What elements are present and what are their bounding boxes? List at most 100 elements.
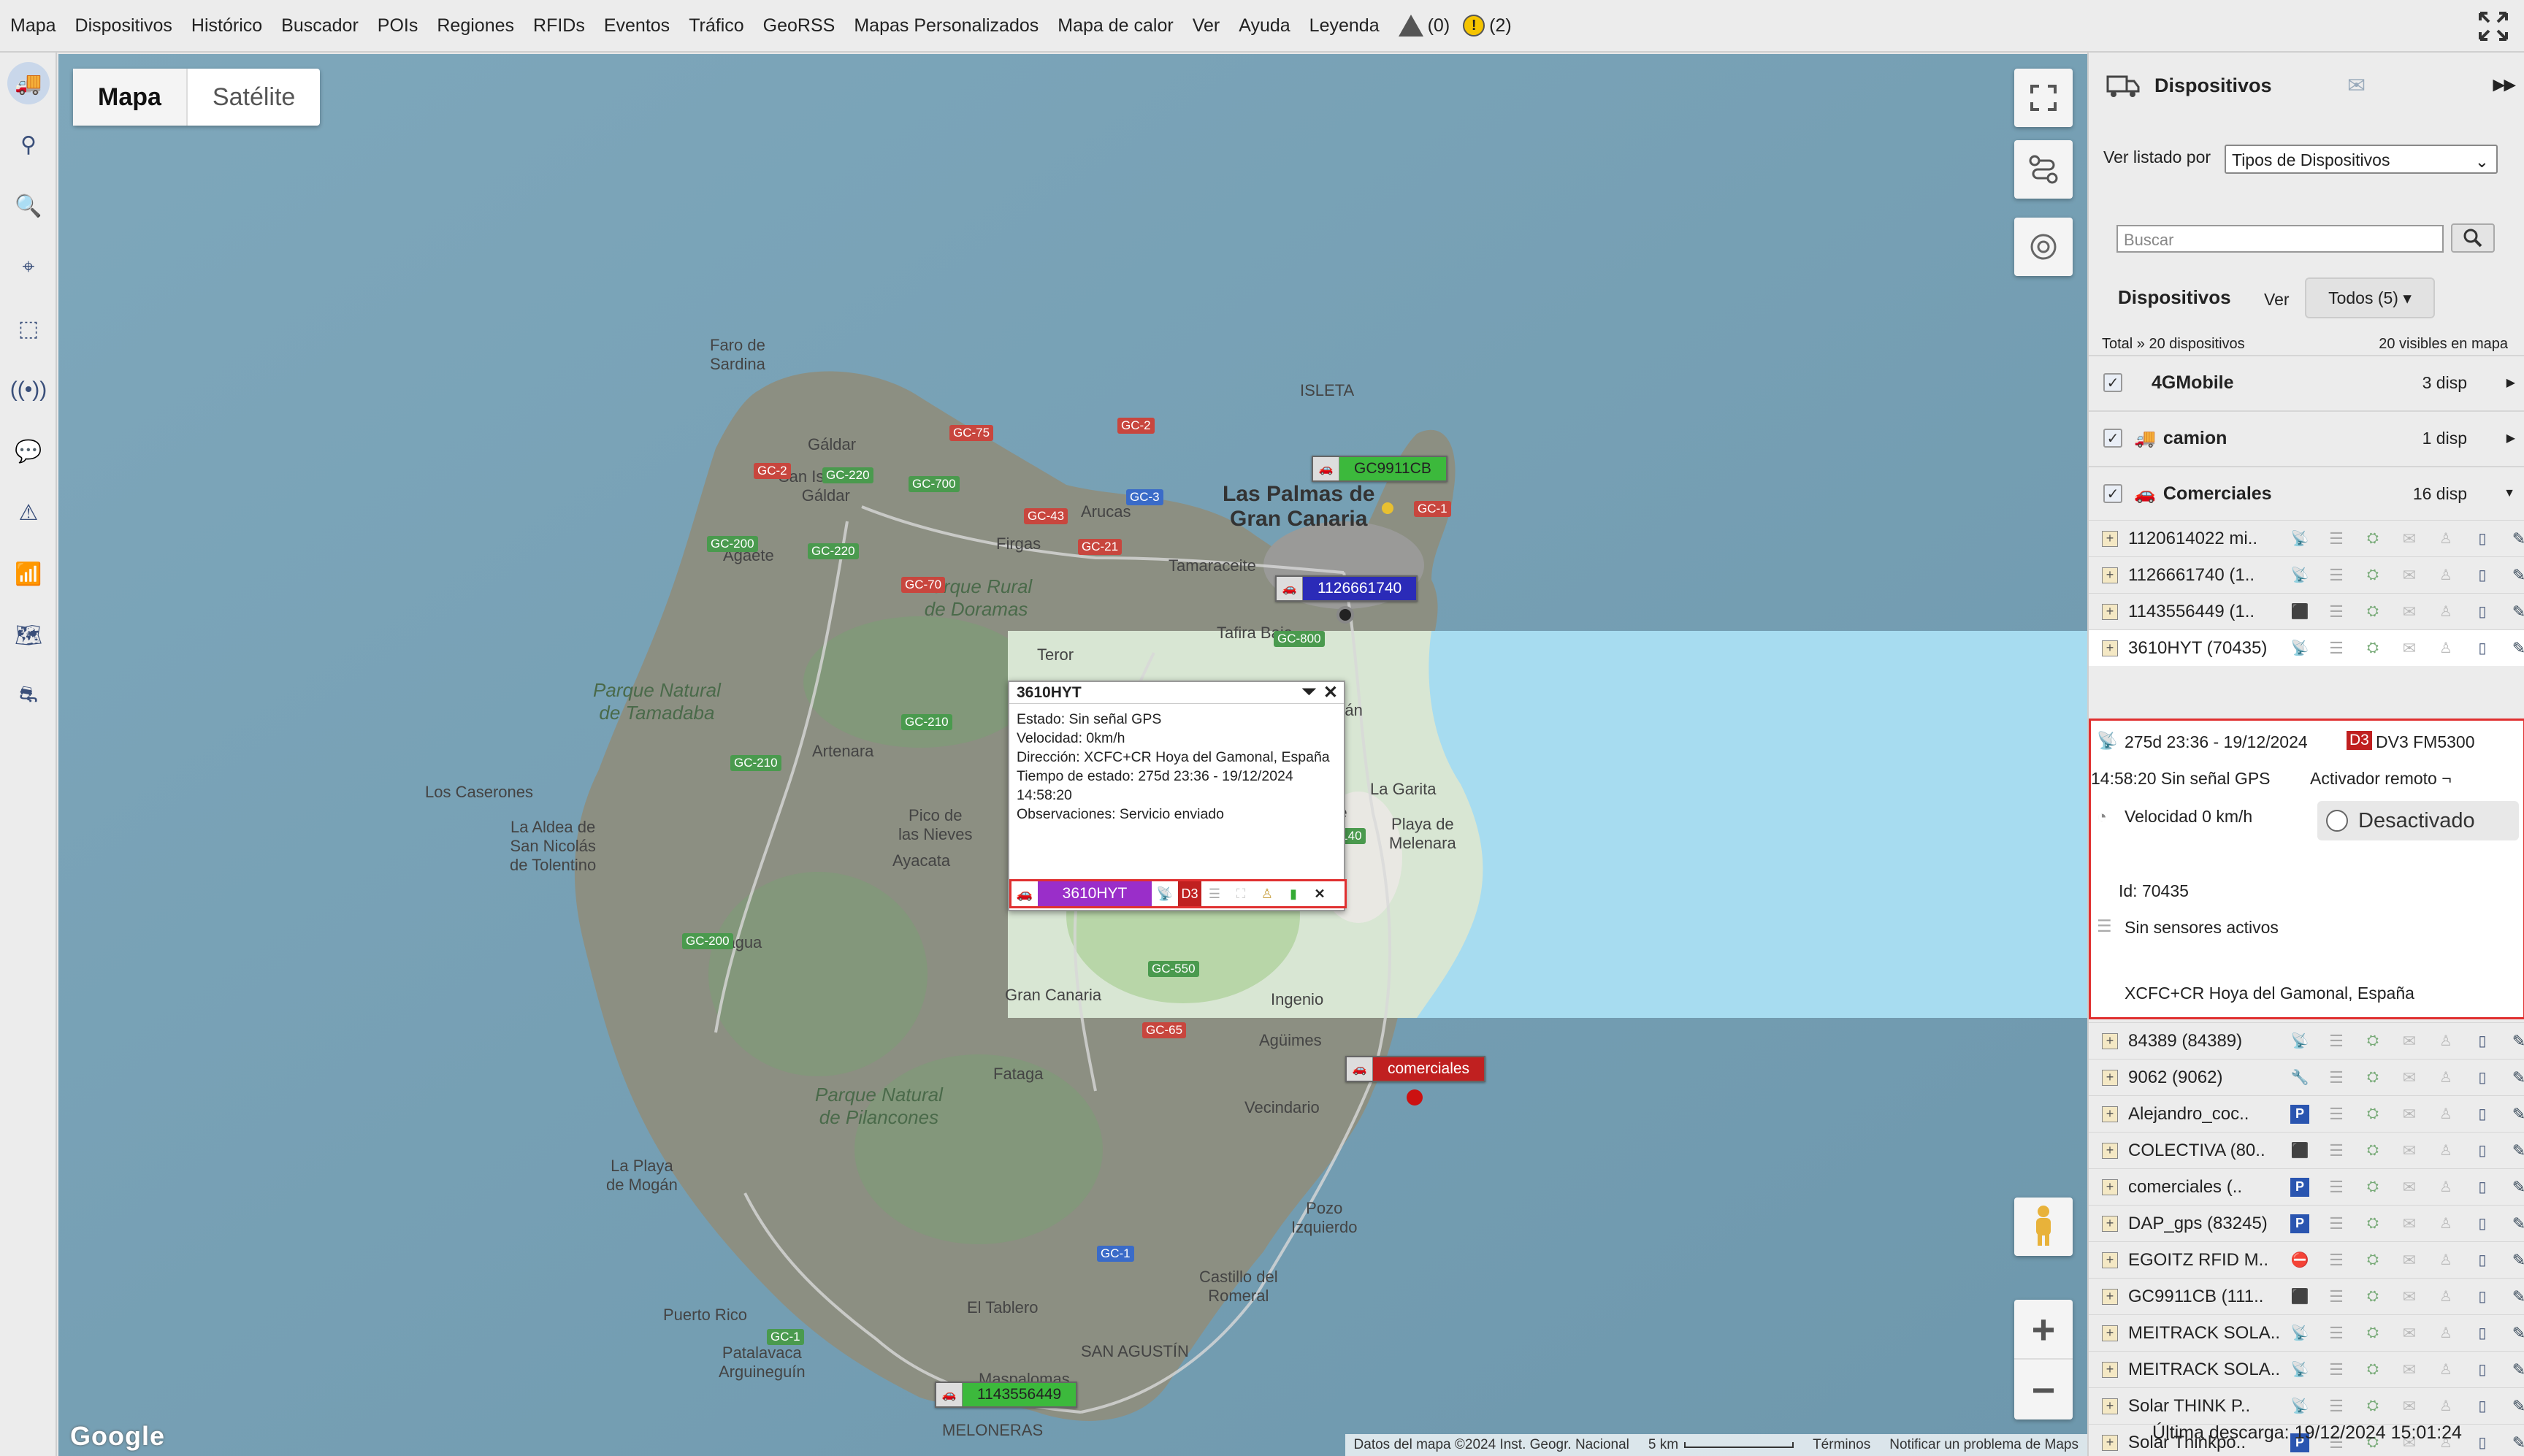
phone-icon[interactable]: ▯ (2464, 639, 2501, 657)
device-row[interactable]: + Solar THINK P.. 📡 ☰ ⛭ ✉ ♙ ▯ ✎ (2089, 1387, 2524, 1424)
filter-dropdown[interactable]: Todos (5) ▾ (2305, 277, 2435, 318)
menu-icon[interactable]: ☰ (2318, 1141, 2355, 1160)
street-view-button[interactable] (2014, 1198, 2073, 1256)
phone-icon[interactable]: ▯ (2464, 1251, 2501, 1269)
info-edit-icon[interactable]: ✎ (2501, 1251, 2524, 1270)
menu-item-dispositivos[interactable]: Dispositivos (75, 15, 172, 37)
expand-row-icon[interactable]: + (2102, 530, 2118, 547)
search-input[interactable]: Buscar (2116, 225, 2444, 253)
device-row[interactable]: + MEITRACK SOLA.. 📡 ☰ ⛭ ✉ ♙ ▯ ✎ (2089, 1314, 2524, 1351)
collapse-arrow-icon[interactable]: ▼ (2504, 487, 2515, 500)
menu-item-mapa-de-calor[interactable]: Mapa de calor (1058, 15, 1173, 37)
device-row[interactable]: +84389 (84389) 📡 ☰ ⛭ ✉ ♙ ▯ ✎ (2089, 1022, 2524, 1059)
menu-item-ayuda[interactable]: Ayuda (1239, 15, 1290, 37)
menu-item-leyenda[interactable]: Leyenda (1309, 15, 1380, 37)
mail-icon[interactable]: ✉ (2391, 1141, 2428, 1160)
mail-icon[interactable]: ✉ (2391, 1287, 2428, 1306)
list-type-select[interactable]: Tipos de Dispositivos ⌄ (2225, 145, 2498, 174)
phone-icon[interactable]: ▯ (2464, 1397, 2501, 1415)
info-edit-icon[interactable]: ✎ (2501, 1032, 2524, 1051)
phone-icon[interactable]: ▯ (2464, 1032, 2501, 1050)
menu-item-mapas-personalizados[interactable]: Mapas Personalizados (854, 15, 1039, 37)
desactivado-toggle[interactable]: Desactivado (2317, 801, 2519, 840)
phone-icon[interactable]: ▯ (2464, 1324, 2501, 1342)
mail-icon[interactable]: ✉ (2391, 1324, 2428, 1343)
bar-close-icon[interactable]: ✕ (1307, 881, 1333, 906)
map-type-satellite-button[interactable]: Satélite (188, 69, 320, 126)
group-checkbox[interactable]: ✓ (2103, 373, 2122, 392)
device-row[interactable]: +9062 (9062) 🔧 ☰ ⛭ ✉ ♙ ▯ ✎ (2089, 1059, 2524, 1095)
expand-row-icon[interactable]: + (2102, 1106, 2118, 1122)
report-link[interactable]: Notificar un problema de Maps (1889, 1437, 2079, 1453)
zoom-out-button[interactable]: − (2014, 1360, 2073, 1419)
menu-item-georss[interactable]: GeoRSS (763, 15, 835, 37)
mail-icon[interactable]: ✉ (2347, 73, 2366, 99)
phone-icon[interactable]: ▯ (2464, 1068, 2501, 1087)
phone-icon[interactable]: ▯ (2464, 1105, 2501, 1123)
phone-icon[interactable]: ▯ (2464, 529, 2501, 548)
info-edit-icon[interactable]: ✎ (2501, 566, 2524, 585)
phone-icon[interactable]: ▯ (2464, 1178, 2501, 1196)
device-row[interactable]: +3610HYT (70435) 📡 ☰ ⛭ ✉ ♙ ▯ ✎ (2089, 629, 2524, 666)
warning-alerts[interactable]: (0) (1398, 15, 1450, 37)
map-type-map-button[interactable]: Mapa (73, 69, 188, 126)
device-row[interactable]: +1143556449 (1.. ⬛ ☰ ⛭ ✉ ♙ ▯ ✎ (2089, 593, 2524, 629)
app-fullscreen-icon[interactable] (2477, 10, 2509, 42)
tool-warning-button[interactable]: ⚠ (0, 482, 57, 543)
fullscreen-button[interactable] (2014, 69, 2073, 127)
vehicle-dot[interactable] (1382, 502, 1393, 514)
device-row[interactable]: +1126661740 (1.. 📡 ☰ ⛭ ✉ ♙ ▯ ✎ (2089, 556, 2524, 593)
menu-item-pois[interactable]: POIs (378, 15, 418, 37)
marker-gc9911cb[interactable]: 🚗 GC9911CB (1312, 456, 1448, 482)
expand-row-icon[interactable]: + (2102, 1032, 2118, 1049)
mail-icon[interactable]: ✉ (2391, 529, 2428, 548)
tool-map-book-button[interactable]: 🗺 (0, 605, 57, 666)
menu-item-tráfico[interactable]: Tráfico (689, 15, 743, 37)
device-row[interactable]: + MEITRACK SOLA.. 📡 ☰ ⛭ ✉ ♙ ▯ ✎ (2089, 1351, 2524, 1387)
expand-row-icon[interactable]: + (2102, 1142, 2118, 1159)
device-row[interactable]: + comerciales (.. P ☰ ⛭ ✉ ♙ ▯ ✎ (2089, 1168, 2524, 1205)
search-button[interactable] (2451, 223, 2495, 253)
marker-1126661740[interactable]: 🚗 1126661740 (1275, 575, 1418, 602)
locate-button[interactable] (2014, 218, 2073, 276)
mail-icon[interactable]: ✉ (2391, 1214, 2428, 1233)
group-checkbox[interactable]: ✓ (2103, 429, 2122, 448)
group-4gmobile[interactable]: ✓ 4GMobile 3 disp ▶ (2089, 355, 2524, 409)
tool-broadcast-button[interactable]: ((•)) (0, 359, 57, 421)
tool-map-pin-user-button[interactable]: ⚲ (0, 114, 57, 175)
menu-item-buscador[interactable]: Buscador (281, 15, 359, 37)
phone-icon[interactable]: ▯ (2464, 1360, 2501, 1379)
tool-select-region-button[interactable]: ⬚ (0, 298, 57, 359)
tool-search-button[interactable]: 🔍 (0, 175, 57, 237)
info-edit-icon[interactable]: ✎ (2501, 529, 2524, 548)
tool-message-alert-button[interactable]: 💬 (0, 421, 57, 482)
mail-icon[interactable]: ✉ (2391, 639, 2428, 658)
vehicle-dot[interactable] (1407, 1089, 1423, 1106)
info-edit-icon[interactable]: ✎ (2501, 1324, 2524, 1343)
group-comerciales[interactable]: ✓ 🚗 Comerciales 16 disp ▼ (2089, 466, 2524, 520)
group-camion[interactable]: ✓ 🚚 camion 1 disp ▶ (2089, 410, 2524, 464)
expand-row-icon[interactable]: + (2102, 1398, 2118, 1414)
expand-row-icon[interactable]: + (2102, 1252, 2118, 1268)
zoom-in-button[interactable]: + (2014, 1300, 2073, 1360)
expand-row-icon[interactable]: + (2102, 1325, 2118, 1341)
device-row[interactable]: +1120614022 mi.. 📡 ☰ ⛭ ✉ ♙ ▯ ✎ (2089, 520, 2524, 556)
marker-comerciales[interactable]: 🚗 comerciales (1345, 1056, 1486, 1082)
device-row[interactable]: + EGOITZ RFID M.. ⛔ ☰ ⛭ ✉ ♙ ▯ ✎ (2089, 1241, 2524, 1278)
menu-item-regiones[interactable]: Regiones (437, 15, 514, 37)
mail-icon[interactable]: ✉ (2391, 1178, 2428, 1197)
mail-icon[interactable]: ✉ (2391, 1105, 2428, 1124)
info-edit-icon[interactable]: ✎ (2501, 1178, 2524, 1197)
info-edit-icon[interactable]: ✎ (2501, 1068, 2524, 1087)
expand-arrow-icon[interactable]: ▶ (2506, 431, 2515, 445)
menu-item-ver[interactable]: Ver (1193, 15, 1220, 37)
info-edit-icon[interactable]: ✎ (2501, 1397, 2524, 1416)
menu-icon[interactable]: ☰ (2318, 566, 2355, 585)
info-alerts[interactable]: ! (2) (1463, 15, 1512, 37)
popup-close-button[interactable]: ✕ (1323, 682, 1338, 703)
expand-row-icon[interactable]: + (2102, 567, 2118, 583)
menu-icon[interactable]: ☰ (2318, 602, 2355, 621)
device-row[interactable]: + GC9911CB (111.. ⬛ ☰ ⛭ ✉ ♙ ▯ ✎ (2089, 1278, 2524, 1314)
expand-row-icon[interactable]: + (2102, 1361, 2118, 1378)
mail-icon[interactable]: ✉ (2391, 1032, 2428, 1051)
